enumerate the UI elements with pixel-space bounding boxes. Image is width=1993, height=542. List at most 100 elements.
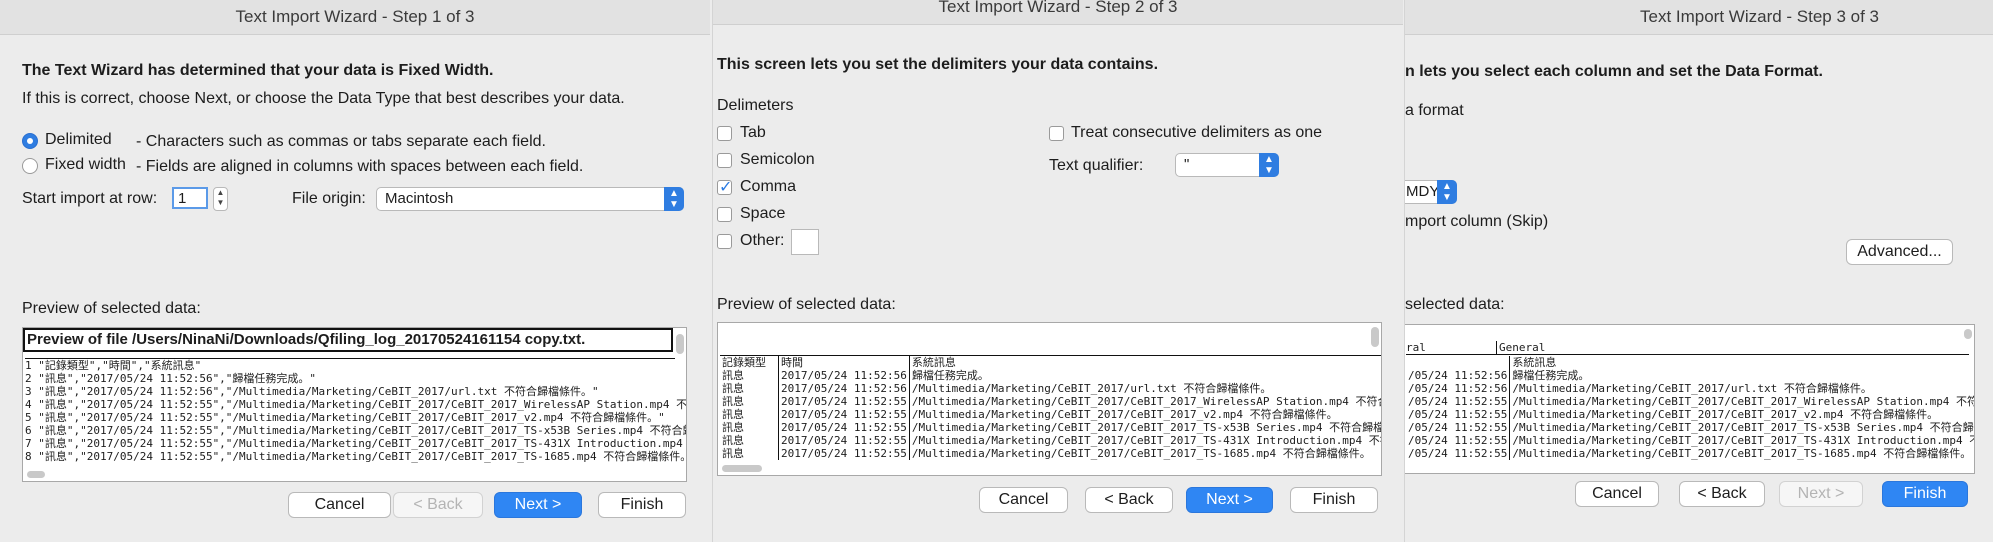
- step1-preview-lines: 1 "記錄類型","時間","系統訊息" 2 "訊息","2017/05/24 1…: [25, 358, 687, 463]
- step3-format-label: a format: [1405, 102, 1464, 119]
- step3-back-button[interactable]: < Back: [1679, 481, 1765, 507]
- table-cell: 系統訊息: [908, 355, 1381, 369]
- step1-preview-hscroll[interactable]: [27, 471, 45, 478]
- table-cell: 2017/05/24 11:52:55: [778, 421, 910, 434]
- other-input[interactable]: [791, 229, 819, 255]
- step2-next-button[interactable]: Next >: [1186, 487, 1273, 513]
- comma-checkbox[interactable]: ✓: [717, 179, 733, 196]
- step2-preview-hscroll[interactable]: [722, 465, 762, 472]
- table-cell: /05/24 11:52:55: [1408, 421, 1508, 434]
- table-cell: /Multimedia/Marketing/CeBIT_2017/CeBIT_2…: [1509, 447, 1974, 460]
- consecutive-checkbox[interactable]: [1049, 126, 1064, 141]
- table-cell: /05/24 11:52:55: [1408, 434, 1508, 447]
- semicolon-checkbox[interactable]: [717, 153, 732, 168]
- step2-finish-button[interactable]: Finish: [1290, 487, 1378, 513]
- fixed-width-desc: - Fields are aligned in columns with spa…: [136, 158, 584, 175]
- table-row: 訊息 2017/05/24 11:52:55/Multimedia/Marketi…: [720, 408, 1381, 421]
- table-cell: 訊息: [722, 421, 744, 434]
- step1-preview-label: Preview of selected data:: [22, 300, 201, 317]
- fixed-width-label[interactable]: Fixed width: [45, 156, 126, 174]
- step1-next-button[interactable]: Next >: [494, 492, 582, 518]
- table-row: 訊息 2017/05/24 11:52:55/Multimedia/Marketi…: [720, 421, 1381, 434]
- table-cell: 2017/05/24 11:52:55: [778, 447, 910, 460]
- file-origin-value: Macintosh: [385, 190, 454, 207]
- table-row: 訊息 2017/05/24 11:52:56 歸檔任務完成。: [720, 369, 1381, 382]
- tab-checkbox[interactable]: [717, 126, 732, 141]
- space-label: Space: [740, 205, 786, 222]
- table-cell: /05/24 11:52:55: [1408, 408, 1508, 421]
- table-cell: 訊息: [722, 369, 744, 382]
- table-cell: /Multimedia/Marketing/CeBIT_2017/url.txt…: [908, 382, 1381, 395]
- table-cell: /05/24 11:52:55: [1408, 447, 1508, 460]
- start-row-stepper[interactable]: ▲ ▼: [213, 187, 228, 211]
- preview-line: 1 "記錄類型","時間","系統訊息": [25, 359, 202, 372]
- table-row: /05/24 11:52:56/Multimedia/Marketing/CeB…: [1406, 382, 1974, 395]
- chevron-updown-icon: ▲ ▼: [1437, 180, 1457, 204]
- advanced-button[interactable]: Advanced...: [1846, 239, 1953, 265]
- file-origin-select[interactable]: Macintosh ▲ ▼: [376, 187, 684, 211]
- step2-preview[interactable]: 記錄類型 時間 系統訊息 訊息 2017/05/24 11:52:56 歸檔任務完成。 訊息…: [717, 322, 1382, 476]
- step3-preview-vscroll[interactable]: [1964, 329, 1972, 339]
- date-format-select[interactable]: MDY ▲ ▼: [1405, 180, 1457, 204]
- step2-heading: This screen lets you set the delimiters …: [717, 56, 1159, 73]
- table-cell: 訊息: [722, 395, 744, 408]
- table-cell: 訊息: [722, 434, 744, 447]
- step1-cancel-button[interactable]: Cancel: [288, 492, 391, 518]
- table-cell: [1406, 356, 1510, 369]
- chevron-updown-icon: ▲ ▼: [1259, 153, 1279, 177]
- other-checkbox[interactable]: [717, 234, 732, 249]
- preview-line: 2 "訊息","2017/05/24 11:52:56","歸檔任務完成。": [25, 372, 317, 385]
- text-qualifier-label: Text qualifier:: [1049, 157, 1144, 174]
- step1-finish-button[interactable]: Finish: [598, 492, 686, 518]
- other-label: Other:: [740, 232, 785, 249]
- step2-cancel-button[interactable]: Cancel: [979, 487, 1068, 513]
- table-cell: 歸檔任務完成。: [908, 369, 1381, 382]
- step1-preview-vscroll[interactable]: [676, 334, 684, 354]
- table-cell: 2017/05/24 11:52:55: [778, 434, 910, 447]
- preview-line: 7 "訊息","2017/05/24 11:52:55","/Multimedi…: [25, 437, 687, 450]
- step3-preview[interactable]: ral General 系統訊息/05/24 11:52:56 歸檔任務完成。/0…: [1405, 324, 1975, 474]
- space-checkbox[interactable]: [717, 207, 732, 222]
- delimited-radio[interactable]: [22, 133, 38, 149]
- table-row: 訊息 2017/05/24 11:52:55/Multimedia/Marketi…: [720, 395, 1381, 408]
- table-cell: 2017/05/24 11:52:55: [778, 395, 910, 408]
- table-row: /05/24 11:52:56 歸檔任務完成。: [1406, 369, 1974, 382]
- step3-next-button[interactable]: Next >: [1779, 481, 1863, 507]
- delimited-label[interactable]: Delimited: [45, 131, 112, 149]
- step1-preview[interactable]: Preview of file /Users/NinaNi/Downloads/…: [22, 327, 687, 482]
- step1-back-button[interactable]: < Back: [393, 492, 483, 518]
- checkmark-icon: ✓: [719, 179, 733, 196]
- table-row: /05/24 11:52:55/Multimedia/Marketing/CeB…: [1406, 395, 1974, 408]
- preview-line: 3 "訊息","2017/05/24 11:52:56","/Multimedi…: [25, 385, 599, 398]
- table-cell: 2017/05/24 11:52:55: [778, 408, 910, 421]
- fixed-width-radio[interactable]: [22, 158, 38, 174]
- table-cell: /05/24 11:52:56: [1408, 369, 1508, 382]
- comma-label: Comma: [740, 178, 797, 195]
- step1-panel: Text Import Wizard - Step 1 of 3 The Tex…: [0, 0, 710, 542]
- step2-preview-vscroll[interactable]: [1371, 327, 1379, 347]
- step3-finish-button[interactable]: Finish: [1882, 481, 1968, 507]
- table-row: 記錄類型 時間 系統訊息: [720, 355, 1381, 369]
- delimiters-label: Delimeters: [717, 97, 794, 114]
- step3-col2-header: General: [1496, 341, 1969, 355]
- step2-panel: Text Import Wizard - Step 2 of 3 This sc…: [712, 0, 1403, 542]
- step3-panel: Text Import Wizard - Step 3 of 3 n lets …: [1404, 0, 1993, 542]
- text-qualifier-select[interactable]: " ▲ ▼: [1175, 153, 1279, 177]
- start-row-input[interactable]: 1: [172, 187, 208, 209]
- step1-preview-header: Preview of file /Users/NinaNi/Downloads/…: [23, 328, 673, 352]
- step3-cancel-button[interactable]: Cancel: [1575, 481, 1659, 507]
- preview-line: 5 "訊息","2017/05/24 11:52:55","/Multimedi…: [25, 411, 665, 424]
- table-cell: 時間: [778, 355, 910, 369]
- table-cell: /05/24 11:52:56: [1408, 382, 1508, 395]
- table-cell: 訊息: [722, 408, 744, 421]
- step2-back-button[interactable]: < Back: [1085, 487, 1173, 513]
- table-cell: /Multimedia/Marketing/CeBIT_2017/url.txt…: [1509, 382, 1974, 395]
- chevron-updown-icon: ▲ ▼: [664, 187, 684, 211]
- table-cell: /Multimedia/Marketing/CeBIT_2017/CeBIT_2…: [908, 421, 1381, 434]
- step3-preview-table: 系統訊息/05/24 11:52:56 歸檔任務完成。/05/24 11:52:5…: [1406, 356, 1974, 460]
- tab-label: Tab: [740, 124, 766, 141]
- step1-heading: The Text Wizard has determined that your…: [22, 62, 494, 79]
- text-qualifier-value: ": [1184, 156, 1190, 173]
- table-cell: /Multimedia/Marketing/CeBIT_2017/CeBIT_2…: [1509, 395, 1974, 408]
- start-row-label: Start import at row:: [22, 190, 158, 207]
